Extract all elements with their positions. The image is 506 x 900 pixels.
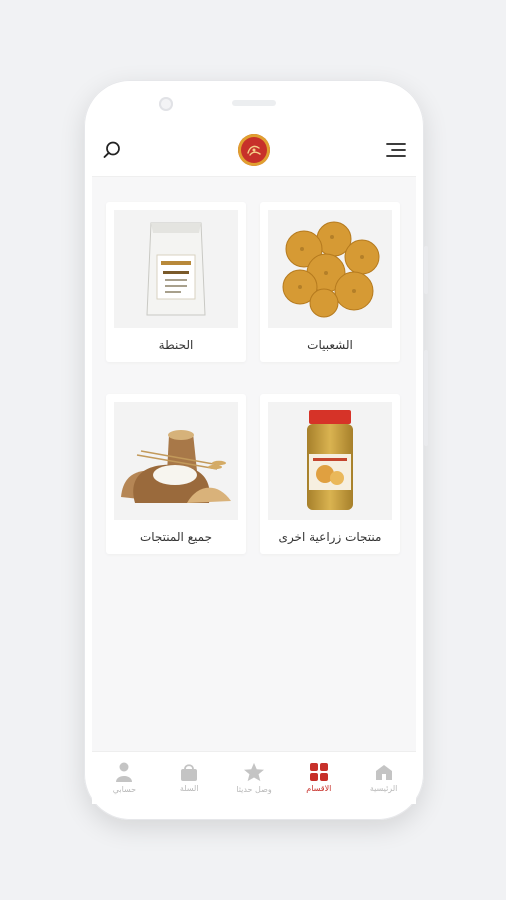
bottom-navigation: الرئيسية الاقسام وصل حديثا السلة حسابي: [92, 751, 416, 804]
nav-item-account[interactable]: حسابي: [92, 752, 157, 804]
star-icon: [244, 762, 264, 782]
home-icon: [375, 765, 392, 780]
phone-camera: [159, 97, 173, 111]
nav-item-cart[interactable]: السلة: [157, 752, 222, 804]
nav-item-new-arrivals[interactable]: وصل حديثا: [222, 752, 287, 804]
user-icon: [116, 762, 133, 782]
category-label: جميع المنتجات: [139, 530, 213, 544]
category-card-hinta[interactable]: الحنطة: [106, 202, 246, 362]
phone-side-button: [424, 350, 428, 446]
category-label: الشعبيات: [307, 338, 353, 352]
nav-item-categories[interactable]: الاقسام: [286, 752, 351, 804]
category-label: منتجات زراعية اخرى: [278, 530, 382, 544]
nav-label: الاقسام: [306, 784, 332, 793]
nav-label: وصل حديثا: [236, 785, 272, 794]
nav-label: السلة: [179, 784, 199, 793]
category-card-shaabiyat[interactable]: الشعبيات: [260, 202, 400, 362]
nav-label: حسابي: [112, 785, 137, 794]
phone-side-button: [424, 246, 428, 294]
nav-item-home[interactable]: الرئيسية: [351, 752, 416, 804]
app-screen: الشعبيات الحنطة منتجات زراعية اخرى جميع …: [92, 124, 416, 804]
category-label: الحنطة: [158, 338, 194, 352]
nav-label: الرئيسية: [369, 784, 398, 793]
top-app-bar: [92, 124, 416, 177]
search-icon[interactable]: [98, 136, 126, 164]
biscuits-photo: [268, 210, 392, 328]
flour-bag-photo: [114, 210, 238, 328]
brand-logo-icon[interactable]: [238, 134, 270, 166]
spice-jar-photo: [268, 402, 392, 520]
grid-icon: [309, 763, 328, 781]
category-card-other-products[interactable]: منتجات زراعية اخرى: [260, 394, 400, 554]
hamburger-menu-icon[interactable]: [382, 136, 410, 164]
cart-icon: [181, 764, 198, 781]
phone-speaker: [232, 100, 276, 106]
category-card-all-products[interactable]: جميع المنتجات: [106, 394, 246, 554]
wheat-sack-photo: [114, 402, 238, 520]
phone-frame: الشعبيات الحنطة منتجات زراعية اخرى جميع …: [84, 80, 428, 820]
